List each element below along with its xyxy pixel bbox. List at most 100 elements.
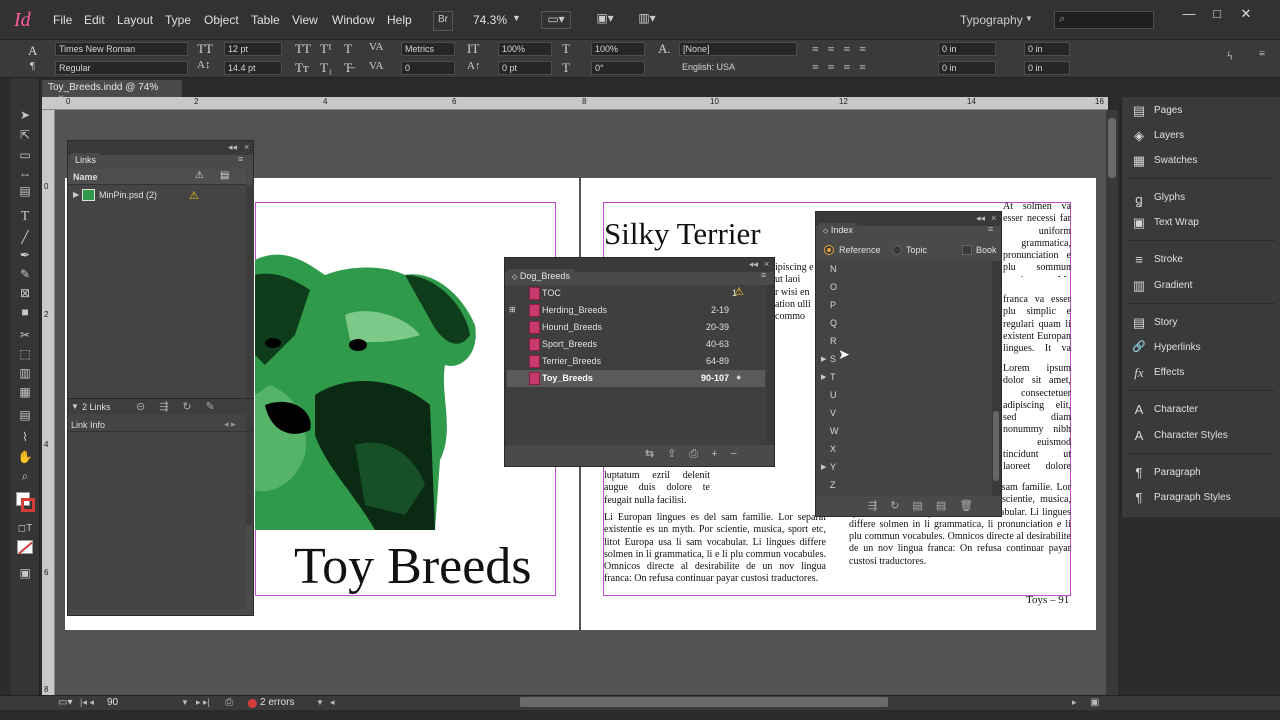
index-letter[interactable]: T — [830, 372, 836, 382]
zoom-dropdown-icon[interactable]: ▼ — [512, 13, 521, 23]
index-scrollbar[interactable] — [992, 261, 1001, 496]
index-scrollbar-thumb[interactable] — [993, 411, 999, 481]
language-field[interactable]: English: USA — [679, 61, 797, 75]
expand-arrow-icon[interactable]: ▶ — [73, 190, 79, 199]
subscript-icon[interactable]: T₁ — [320, 60, 332, 76]
skew-field[interactable]: 0° — [591, 61, 645, 75]
index-tab[interactable]: ◇ Index — [819, 223, 857, 238]
index-letter[interactable]: Y — [830, 462, 836, 472]
dock-item-pages[interactable]: ▤ Pages — [1130, 101, 1275, 123]
prev-next-icons[interactable]: ◂ ▸ — [224, 419, 236, 430]
paragraph-mode-icon[interactable]: ¶ — [30, 60, 35, 72]
menu-view[interactable]: View — [292, 13, 318, 27]
menu-edit[interactable]: Edit — [84, 13, 105, 27]
vertical-scale-field[interactable]: 100% — [498, 42, 552, 56]
right-indent-field[interactable]: 0 in — [1024, 42, 1070, 56]
menu-layout[interactable]: Layout — [117, 13, 153, 27]
close-panel-icon[interactable]: × — [991, 213, 996, 223]
last-line-indent-field[interactable]: 0 in — [1024, 61, 1070, 75]
font-family-field[interactable]: Times New Roman — [55, 42, 188, 56]
font-style-field[interactable]: Regular — [55, 61, 188, 75]
index-letter[interactable]: R — [830, 336, 837, 346]
index-panel-menu-icon[interactable]: ≡ — [988, 224, 993, 234]
links-panel-menu-icon[interactable]: ≡ — [238, 154, 243, 164]
page-dropdown-icon[interactable]: ▼ — [181, 698, 189, 707]
pen-tool-icon[interactable]: ✒ — [17, 248, 33, 262]
menu-table[interactable]: Table — [251, 13, 280, 27]
index-letter[interactable]: P — [830, 300, 836, 310]
hand-tool-icon[interactable]: ✋ — [17, 450, 33, 464]
dock-item-character[interactable]: A Character — [1130, 400, 1275, 422]
vertical-scrollbar-thumb[interactable] — [1108, 118, 1116, 178]
links-name-column[interactable]: Name — [73, 172, 98, 182]
direct-selection-tool-icon[interactable]: ⇱ — [17, 128, 33, 142]
expand-arrow-icon[interactable]: ▶ — [821, 355, 826, 363]
column-1-text-a[interactable]: luptatum ezril delenit augue duis dolore… — [604, 470, 710, 507]
all-caps-icon[interactable]: TT — [295, 41, 311, 57]
book-actions-icons[interactable]: ⇆⇪⎙+− — [645, 447, 750, 461]
eyedropper-tool-icon[interactable]: ⌇ — [17, 430, 33, 444]
control-menu-icon[interactable]: ≡ — [1259, 48, 1265, 60]
close-window-button[interactable]: ✕ — [1232, 6, 1260, 26]
leading-field[interactable]: 14.4 pt — [224, 61, 282, 75]
reference-radio[interactable] — [824, 245, 834, 255]
minimize-button[interactable]: — — [1175, 6, 1203, 26]
column-2-text-a[interactable]: At solmen va esser necessi far uniform g… — [1003, 201, 1071, 277]
free-transform-tool-icon[interactable]: ⬚ — [17, 347, 33, 361]
index-letter[interactable]: N — [830, 264, 837, 274]
menu-object[interactable]: Object — [204, 13, 239, 27]
gradient-swatch-tool-icon[interactable]: ▥ — [17, 366, 33, 380]
page-preview-icon[interactable]: ▭▾ — [58, 697, 72, 708]
list-item[interactable]: Hound_Breeds 20-39 — [507, 319, 765, 336]
workspace-switcher[interactable]: Typography — [960, 13, 1023, 27]
book-checkbox[interactable] — [962, 245, 972, 255]
lightning-icon[interactable]: ϟ — [1227, 48, 1233, 64]
close-panel-icon[interactable]: × — [764, 259, 769, 269]
superscript-icon[interactable]: T¹ — [320, 41, 332, 57]
index-letter[interactable]: V — [830, 408, 836, 418]
list-item-selected[interactable]: Toy_Breeds 90-107 ● — [507, 370, 765, 387]
book-scrollbar[interactable] — [767, 285, 774, 445]
formatting-affects-container-icon[interactable]: ◻T — [17, 522, 33, 536]
list-item[interactable]: ⊞ Herding_Breeds 2-19 — [507, 302, 765, 319]
close-panel-icon[interactable]: × — [244, 142, 249, 152]
book-tab[interactable]: ◇ Dog_Breeds — [508, 269, 574, 284]
style-source-icon[interactable]: ⊞ — [509, 305, 516, 314]
small-caps-icon[interactable]: Tт — [295, 60, 309, 76]
dock-item-text-wrap[interactable]: ▣ Text Wrap — [1130, 213, 1275, 235]
menu-window[interactable]: Window — [332, 13, 375, 27]
view-toggle-icon[interactable]: ▣ — [1090, 697, 1099, 708]
links-status-column-icon[interactable]: ⚠ — [195, 170, 204, 181]
index-letter[interactable]: W — [830, 426, 839, 436]
index-letter[interactable]: U — [830, 390, 837, 400]
open-page-icon[interactable]: ⎙ — [225, 697, 233, 708]
list-item[interactable]: Terrier_Breeds 64-89 — [507, 353, 765, 370]
horizontal-scrollbar-thumb[interactable] — [520, 697, 888, 707]
links-column-header[interactable]: Name ⚠ ▤ — [68, 169, 246, 185]
workspace-chevron-icon[interactable]: ▼ — [1025, 14, 1033, 23]
underline-icon[interactable]: T — [344, 41, 352, 57]
dock-item-effects[interactable]: fx Effects — [1130, 363, 1275, 385]
topic-radio[interactable] — [892, 245, 902, 255]
menu-help[interactable]: Help — [387, 13, 412, 27]
screen-mode-icon[interactable]: ▣▾ — [590, 11, 620, 29]
kerning-field[interactable]: Metrics — [401, 42, 455, 56]
page-number-field[interactable]: 90 — [107, 697, 118, 708]
vertical-scrollbar[interactable] — [1106, 110, 1118, 695]
info-toggle-icon[interactable]: ▼ — [71, 402, 79, 411]
content-collector-icon[interactable]: ▤ — [17, 184, 33, 198]
horizontal-scale-field[interactable]: 100% — [591, 42, 645, 56]
menu-file[interactable]: File — [53, 13, 72, 27]
index-entry-list[interactable]: N O P Q R ▶ S ▶ T U V W X ▶ Y Z ➤ — [816, 261, 992, 496]
index-letter[interactable]: X — [830, 444, 836, 454]
collapse-icon[interactable]: ◂◂ — [976, 213, 985, 224]
character-style-field[interactable]: [None] — [679, 42, 797, 56]
left-page-title[interactable]: Toy Breeds — [294, 537, 532, 596]
links-scrollbar[interactable] — [246, 185, 254, 525]
collapse-icon[interactable]: ◂◂ — [228, 142, 237, 153]
index-letter[interactable]: Z — [830, 480, 836, 490]
left-indent-field[interactable]: 0 in — [938, 42, 996, 56]
zoom-level[interactable]: 74.3% — [473, 13, 507, 27]
dock-item-gradient[interactable]: ▥ Gradient — [1130, 276, 1275, 298]
next-page-icon[interactable]: ▸ ▸| — [196, 697, 210, 708]
